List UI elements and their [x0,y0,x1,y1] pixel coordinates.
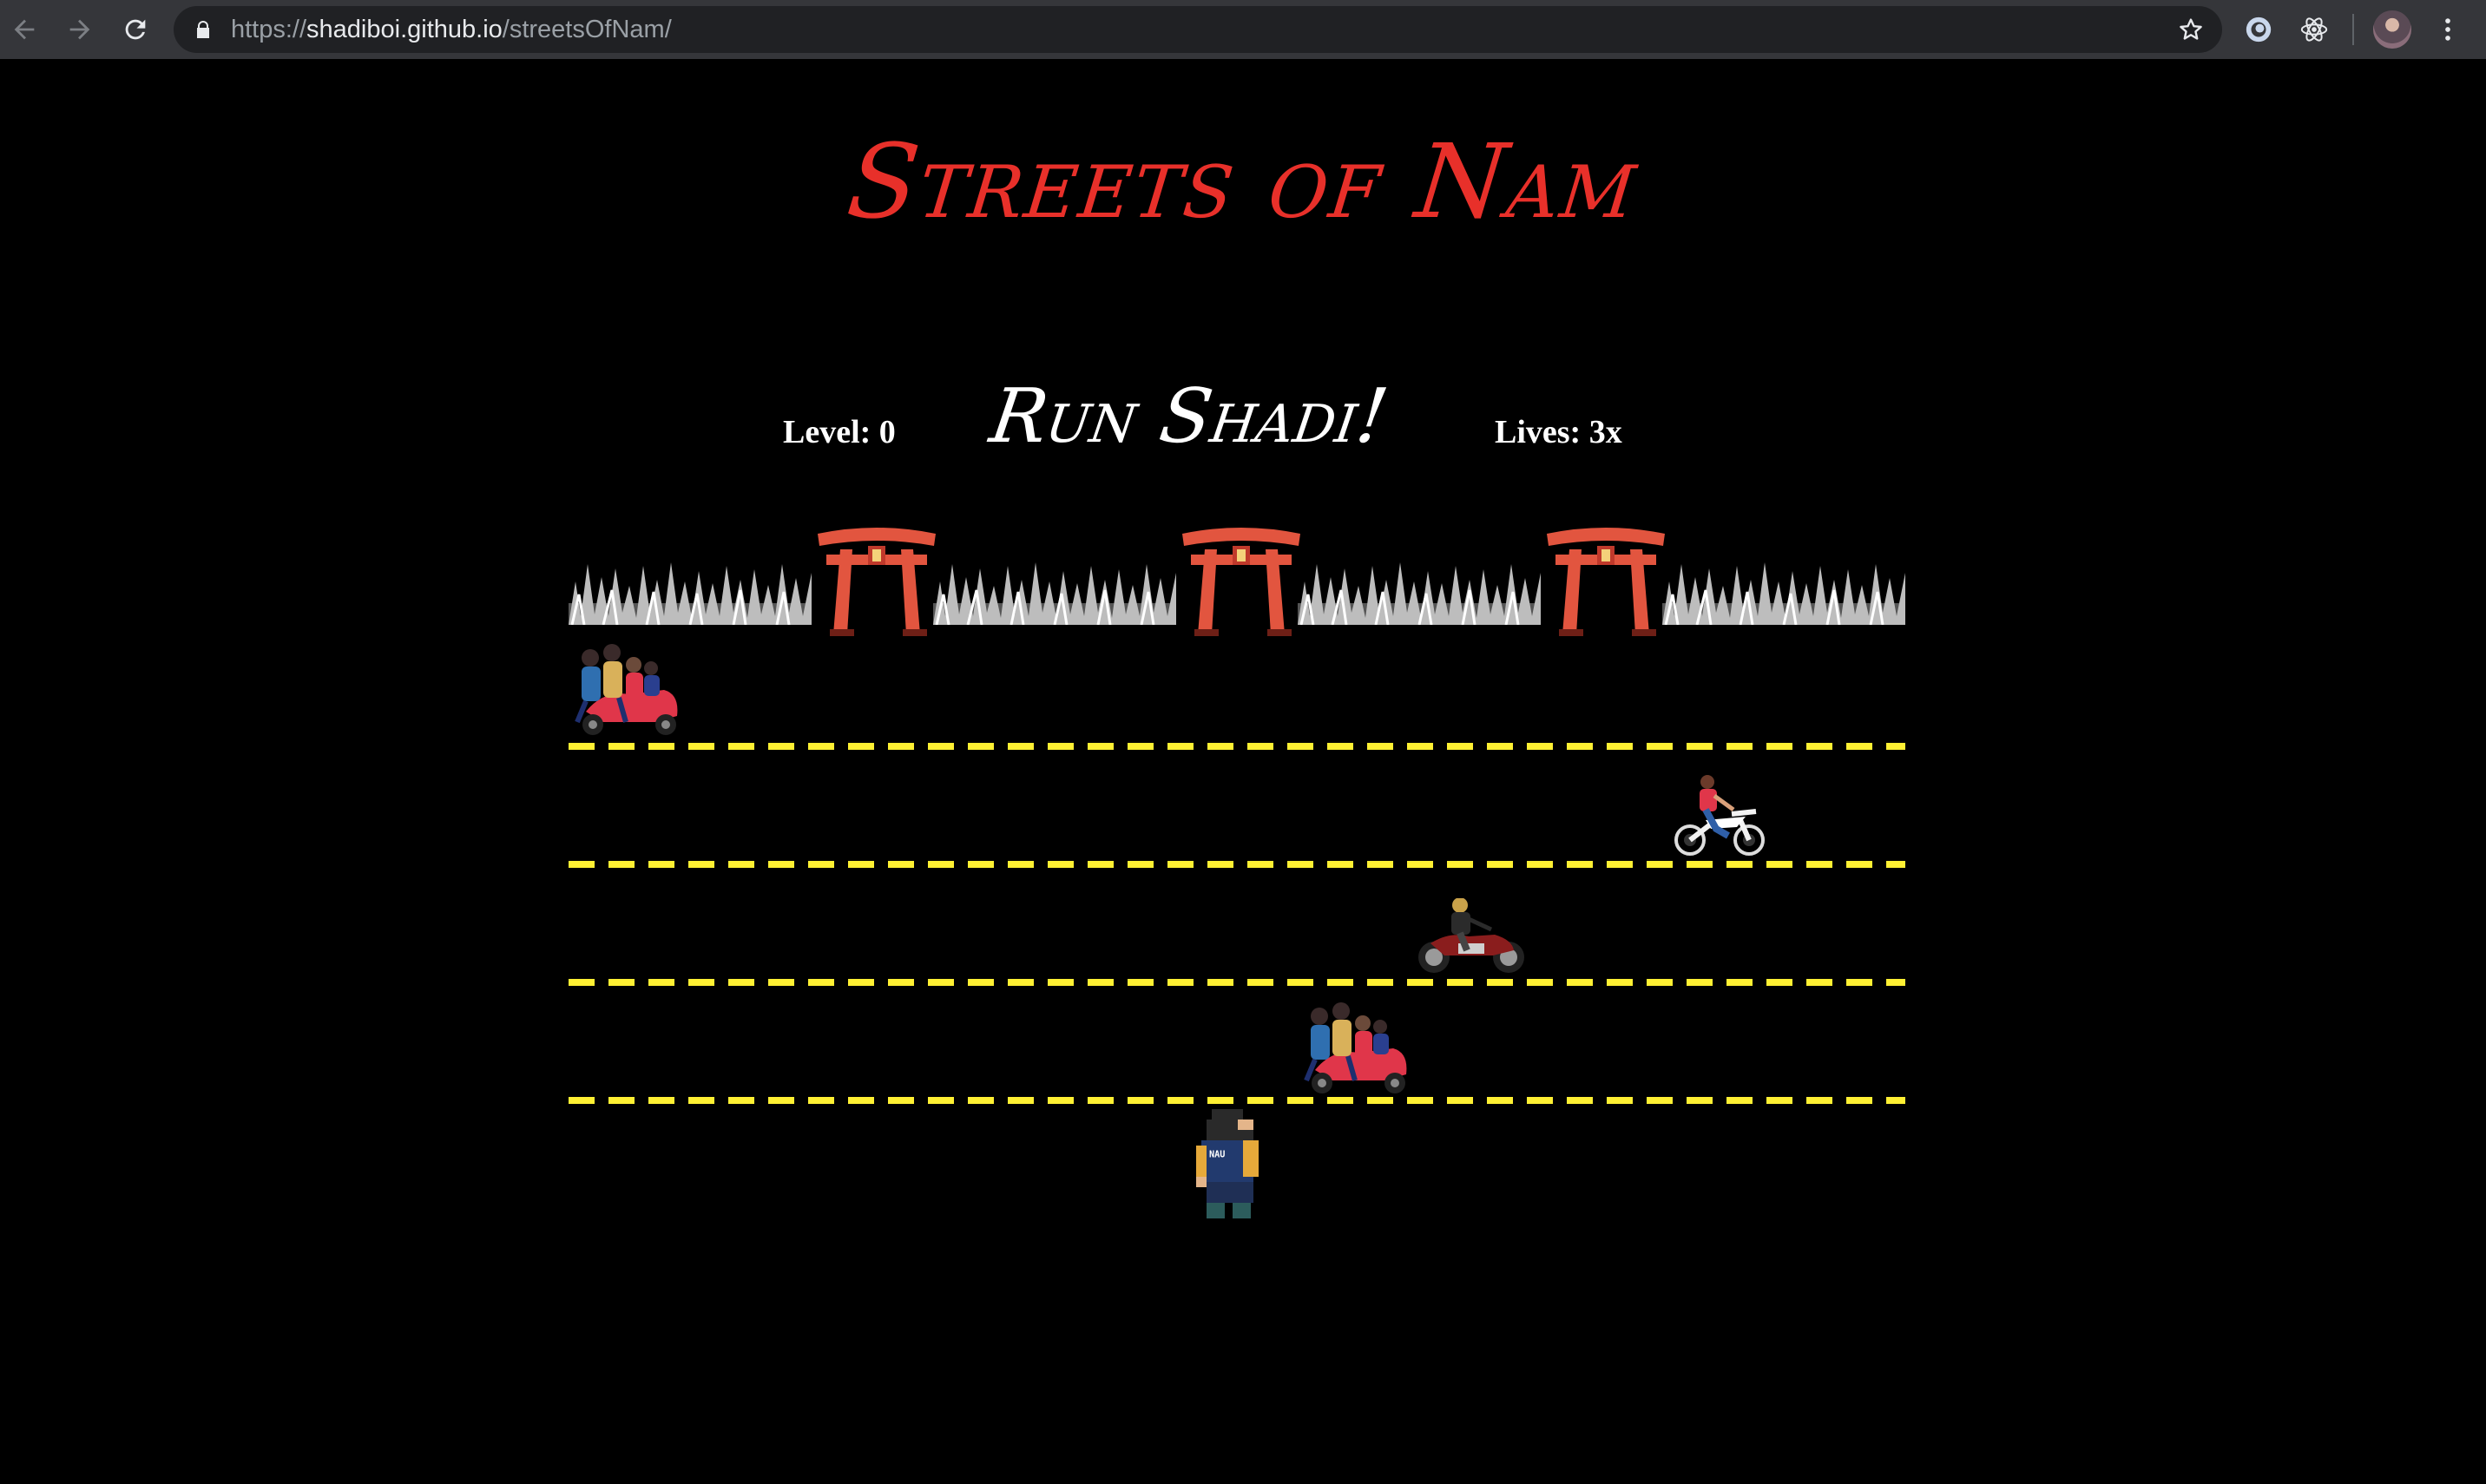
back-button[interactable] [2,7,47,52]
torii-gate-icon [818,528,936,636]
scooter-family-sprite [1304,1002,1407,1093]
url-text: https://shadiboi.github.io/streetsOfNam/ [231,6,672,53]
torii-gate-icon [1182,528,1300,636]
extension-icon [2246,16,2272,43]
player-character[interactable]: NAU [1191,1109,1269,1218]
grass-tile [1662,562,1905,625]
torii-gate-icon [1547,528,1665,636]
motorcycle-rider-sprite [1418,898,1524,973]
grass-tile [933,562,1176,625]
browser-toolbar: https://shadiboi.github.io/streetsOfNam/ [0,0,2486,59]
profile-avatar[interactable] [2373,10,2411,49]
url-protocol: https:// [231,16,307,43]
forward-icon [69,19,90,40]
reload-icon [125,19,146,40]
forward-button[interactable] [57,7,102,52]
react-devtools-button[interactable] [2296,11,2332,48]
game-title: Streets of Nam [842,121,1644,241]
address-bar[interactable]: https://shadiboi.github.io/streetsOfNam/ [174,6,2222,53]
lane-divider [569,861,1905,868]
player-shirt-text: NAU [1209,1151,1225,1160]
grass-tile [1298,562,1541,625]
url-host: shadiboi.github.io [306,16,503,43]
level-counter: Level: 0 [783,414,896,450]
lane-divider [569,979,1905,986]
chrome-menu-button[interactable] [2425,7,2470,52]
dirt-bike-sprite [1674,775,1765,856]
url-path: /streetsOfNam/ [502,16,672,43]
grass-tile [569,562,812,625]
back-icon [14,19,35,40]
bookmark-star-icon[interactable] [2177,16,2205,43]
lane-divider [569,743,1905,750]
toolbar-divider [2352,14,2354,45]
lane-divider [569,1097,1905,1104]
kebab-menu-icon [2445,18,2450,41]
game-board: NAU [569,516,1905,1219]
extension-button[interactable] [2240,11,2277,48]
react-devtools-icon [2300,17,2328,42]
scooter-family-sprite [575,644,678,735]
reload-button[interactable] [113,7,158,52]
lives-counter: Lives: 3x [1495,414,1622,450]
lock-icon [197,21,209,38]
run-subtitle: Run Shadi! [984,373,1394,460]
